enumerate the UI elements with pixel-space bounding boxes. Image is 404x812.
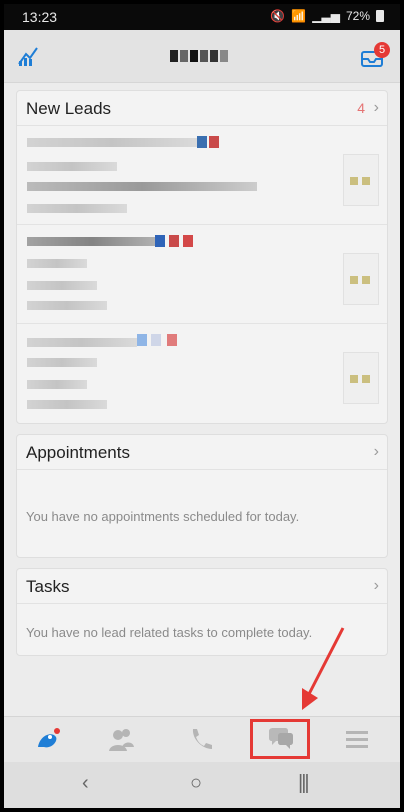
- redacted-text: [27, 281, 97, 290]
- new-leads-card: New Leads 4 ›: [16, 90, 388, 424]
- lead-row[interactable]: [17, 324, 387, 422]
- flag-icon: [169, 235, 179, 247]
- status-icons: 🔇 📶 ▁▃▅ 72%: [270, 9, 384, 23]
- back-button[interactable]: ‹: [82, 772, 89, 795]
- app-frame: 13:23 🔇 📶 ▁▃▅ 72% 5 New Leads 4 › Appoin…: [4, 4, 400, 808]
- status-bar: 13:23 🔇 📶 ▁▃▅ 72%: [4, 4, 400, 30]
- appointments-header[interactable]: Appointments ›: [17, 435, 387, 470]
- lead-row[interactable]: [17, 126, 387, 225]
- chevron-right-icon: ›: [373, 577, 379, 594]
- battery-text: 72%: [345, 9, 370, 23]
- redacted-text: [27, 338, 137, 347]
- app-header: 5: [4, 30, 400, 83]
- recents-button[interactable]: |||: [298, 772, 310, 795]
- lead-tag: [343, 253, 379, 305]
- flag-icon: [167, 334, 177, 346]
- menu-icon[interactable]: [342, 725, 372, 755]
- new-leads-header[interactable]: New Leads 4 ›: [17, 91, 387, 126]
- status-time: 13:23: [22, 9, 58, 25]
- lead-tag: [343, 154, 379, 206]
- stats-icon[interactable]: [16, 44, 40, 68]
- redacted-text: [27, 237, 157, 246]
- redacted-text: [27, 162, 117, 171]
- mute-icon: 🔇: [270, 9, 286, 23]
- appointments-card: Appointments › You have no appointments …: [16, 434, 388, 558]
- flag-icon: [183, 235, 193, 247]
- redacted-text: [27, 259, 87, 268]
- contacts-icon[interactable]: [106, 725, 136, 755]
- lead-row[interactable]: [17, 225, 387, 324]
- tasks-title: Tasks: [26, 577, 70, 596]
- redacted-text: [27, 400, 107, 409]
- appointments-title: Appointments: [26, 443, 130, 462]
- home-button[interactable]: ○: [190, 772, 202, 795]
- android-nav: ‹ ○ |||: [4, 762, 400, 808]
- chevron-right-icon: ›: [373, 99, 379, 116]
- wifi-icon: 📶: [291, 9, 307, 23]
- header-title-redacted: [170, 50, 228, 62]
- battery-icon: [376, 10, 384, 22]
- tasks-header[interactable]: Tasks ›: [17, 569, 387, 604]
- new-leads-count: 4: [357, 100, 365, 116]
- redacted-text: [27, 358, 97, 367]
- flag-icon: [137, 334, 147, 346]
- inbox-badge: 5: [374, 42, 390, 58]
- appointments-empty-text: You have no appointments scheduled for t…: [26, 509, 300, 524]
- bottom-nav: [4, 716, 400, 763]
- new-leads-title: New Leads: [26, 99, 112, 118]
- chevron-right-icon: ›: [373, 443, 379, 460]
- redacted-text: [27, 204, 127, 213]
- redacted-text: [27, 380, 87, 389]
- tasks-empty-text: You have no lead related tasks to comple…: [26, 625, 313, 640]
- lead-tag: [343, 352, 379, 404]
- flag-icon: [155, 235, 165, 247]
- annotation-arrow: [302, 627, 345, 710]
- flag-icon: [197, 136, 207, 148]
- redacted-text: [27, 182, 257, 191]
- flag-icon: [209, 136, 219, 148]
- redacted-text: [27, 138, 197, 147]
- phone-icon[interactable]: [186, 725, 216, 755]
- chat-icon[interactable]: [266, 725, 296, 755]
- logo-icon[interactable]: [32, 725, 62, 755]
- flag-icon: [151, 334, 161, 346]
- redacted-text: [27, 301, 107, 310]
- signal-icon: ▁▃▅: [312, 9, 340, 23]
